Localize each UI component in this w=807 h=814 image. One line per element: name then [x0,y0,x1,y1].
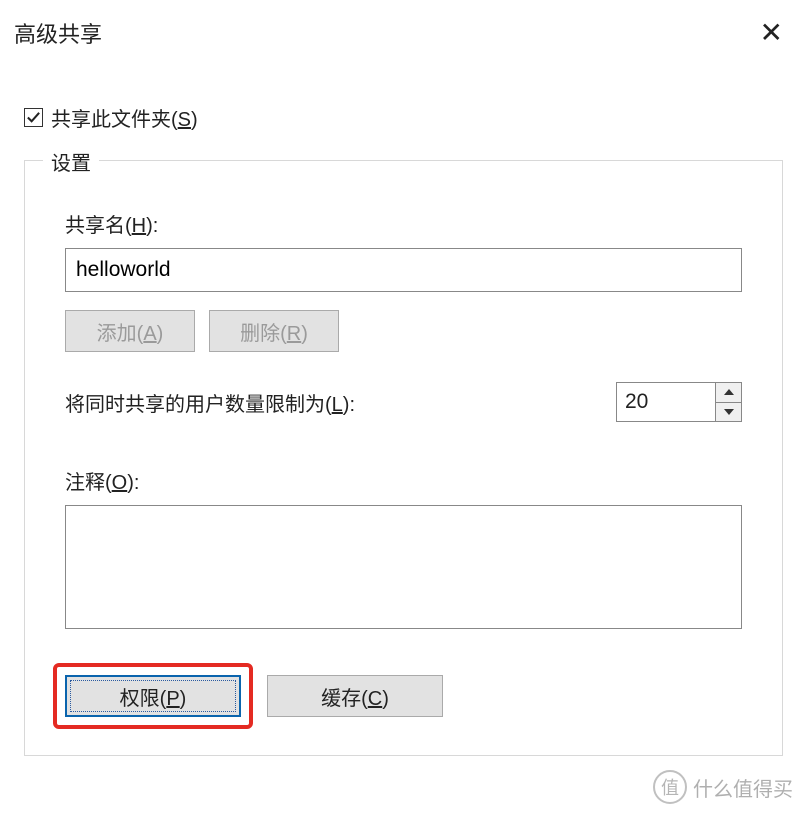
checkbox-icon[interactable] [24,108,43,127]
groupbox-title: 设置 [43,147,99,176]
share-folder-checkbox-row[interactable]: 共享此文件夹(S) [24,103,783,132]
title-bar: 高级共享 ✕ [0,0,807,59]
spinner-buttons [715,383,741,421]
comment-label: 注释(O): [65,466,742,495]
add-button[interactable]: 添加(A) [65,310,195,352]
comment-textarea[interactable] [65,505,742,629]
watermark-badge-icon: 值 [653,770,687,804]
settings-groupbox: 设置 共享名(H): 添加(A) 删除(R) 将同时共享的用户数量限制为(L):… [24,160,783,756]
user-limit-value[interactable]: 20 [617,383,715,421]
share-name-label: 共享名(H): [65,209,742,238]
dialog-content: 共享此文件夹(S) 设置 共享名(H): 添加(A) 删除(R) 将同时共享的用… [0,59,807,776]
user-limit-label: 将同时共享的用户数量限制为(L): [65,388,355,417]
watermark-text: 什么值得买 [693,773,793,802]
bottom-buttons: 权限(P) 缓存(C) [65,663,742,729]
close-icon[interactable]: ✕ [754,16,789,49]
watermark: 值 什么值得买 [653,770,793,804]
cache-button[interactable]: 缓存(C) [267,675,443,717]
share-name-buttons: 添加(A) 删除(R) [65,310,742,352]
share-name-input[interactable] [65,248,742,292]
permissions-highlight: 权限(P) [53,663,253,729]
user-limit-row: 将同时共享的用户数量限制为(L): 20 [65,382,742,422]
remove-button[interactable]: 删除(R) [209,310,339,352]
share-folder-label[interactable]: 共享此文件夹(S) [51,103,198,132]
dialog-title: 高级共享 [14,17,102,49]
spinner-down-icon[interactable] [716,403,741,422]
user-limit-stepper[interactable]: 20 [616,382,742,422]
spinner-up-icon[interactable] [716,383,741,403]
advanced-sharing-dialog: 高级共享 ✕ 共享此文件夹(S) 设置 共享名(H): 添加(A) 删除 [0,0,807,814]
permissions-button[interactable]: 权限(P) [65,675,241,717]
